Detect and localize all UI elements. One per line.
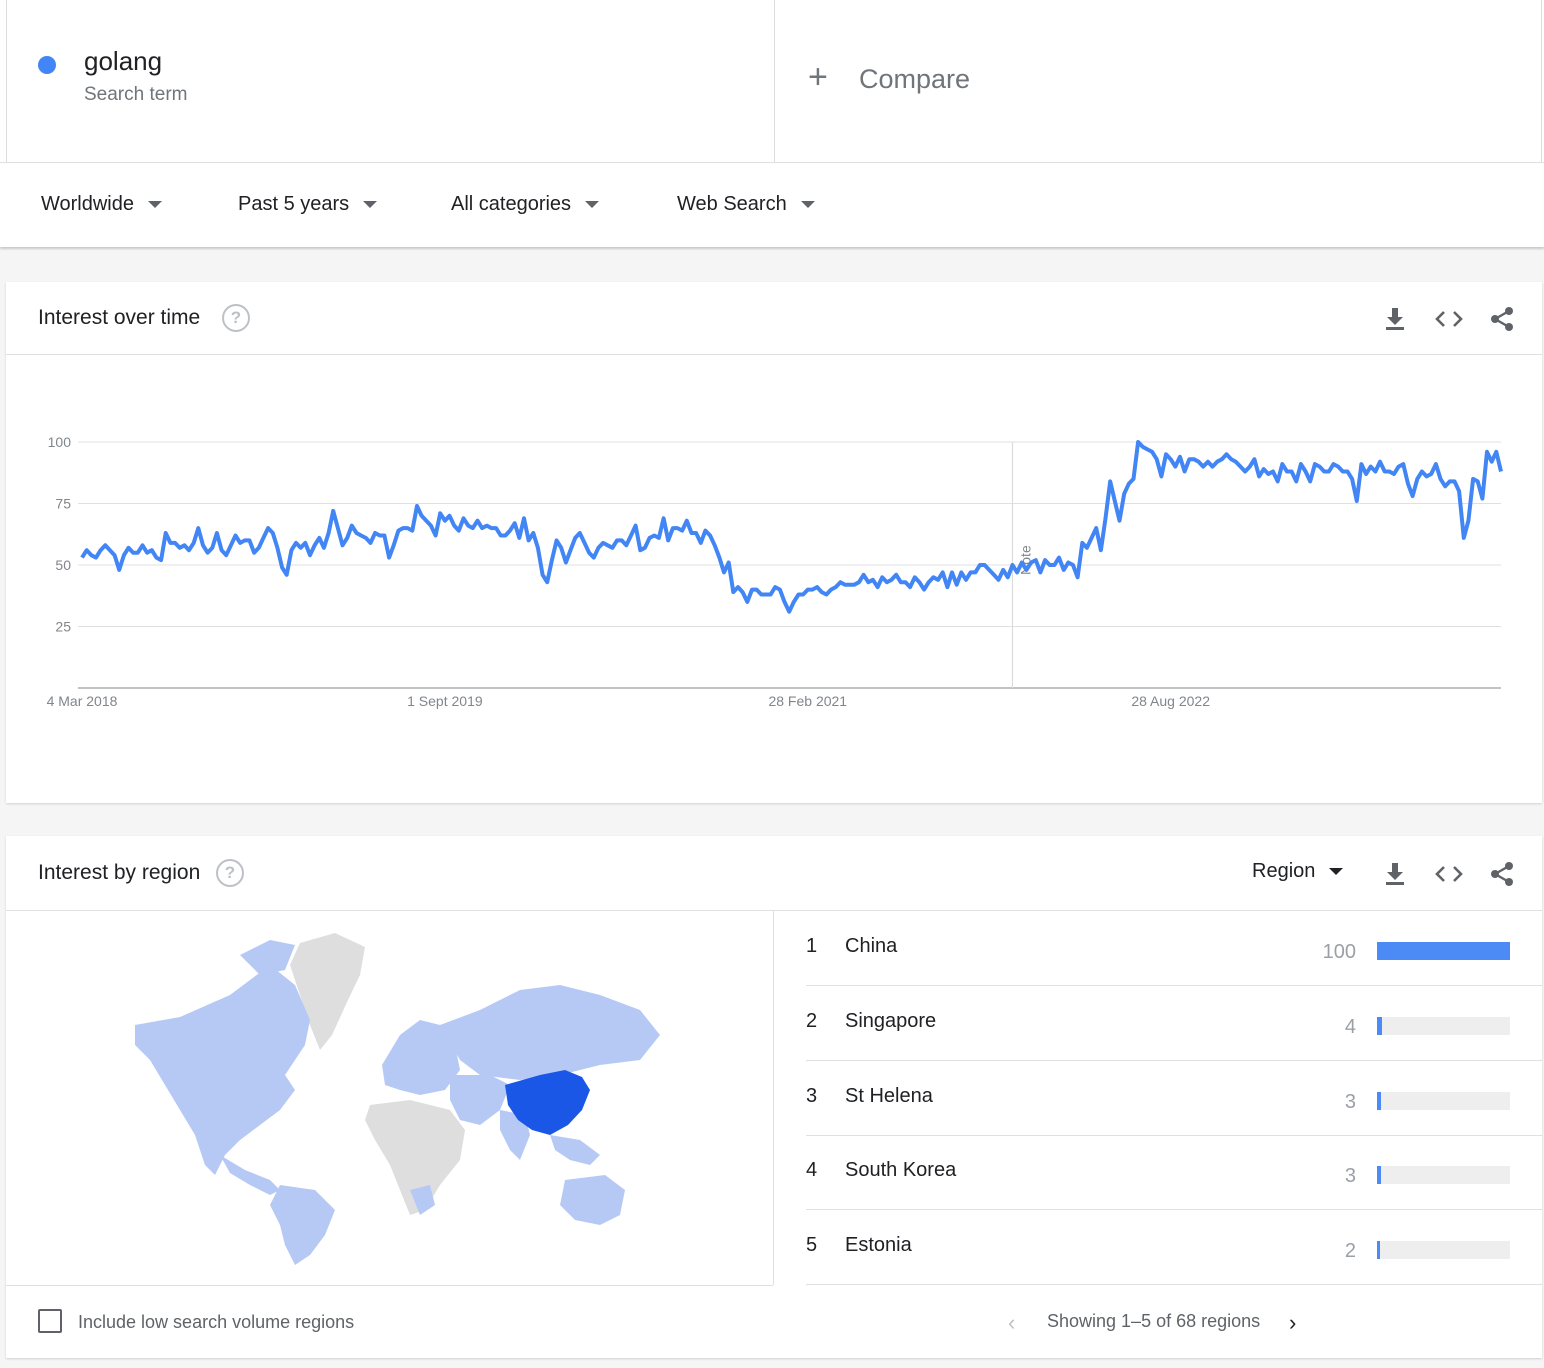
region-name[interactable]: China [845, 935, 897, 958]
series-line [80, 440, 1503, 614]
map-list-divider [773, 910, 774, 1285]
help-icon[interactable]: ? [222, 304, 250, 332]
low-volume-label: Include low search volume regions [78, 1312, 355, 1332]
region-bar-fill [1377, 1092, 1381, 1110]
region-row[interactable]: 1 China 100 [806, 911, 1542, 986]
region-name[interactable]: St Helena [845, 1085, 933, 1108]
filter-category-label: All categories [451, 193, 572, 215]
interest-over-time-title: Interest over time [38, 306, 201, 329]
region-selector[interactable]: Region [1252, 860, 1344, 883]
plus-icon[interactable]: + [808, 60, 828, 94]
region-bar-fill [1377, 1241, 1380, 1259]
share-icon[interactable] [1487, 304, 1517, 334]
region-value: 4 [1344, 1016, 1356, 1038]
term-name[interactable]: golang [84, 46, 162, 77]
region-bar [1377, 1017, 1510, 1035]
download-icon[interactable] [1380, 859, 1410, 889]
region-bar-fill [1377, 1017, 1383, 1035]
region-rank: 5 [806, 1234, 818, 1256]
filter-search-type[interactable]: Web Search [677, 193, 815, 216]
term-subtitle: Search term [84, 84, 188, 105]
chevron-left-icon[interactable]: ‹ [1008, 1310, 1015, 1336]
x-tick-label: 28 Aug 2022 [1131, 693, 1210, 709]
region-bar [1377, 1166, 1510, 1184]
region-name[interactable]: Estonia [845, 1234, 912, 1257]
interest-by-region-title: Interest by region [38, 861, 201, 884]
map-south-america [270, 1185, 335, 1265]
region-row[interactable]: 2 Singapore 4 [806, 986, 1542, 1061]
card-divider [6, 1285, 773, 1286]
region-row[interactable]: 3 St Helena 3 [806, 1061, 1542, 1136]
pagination-text: Showing 1–5 of 68 regions [1047, 1311, 1261, 1331]
region-value: 3 [1344, 1165, 1356, 1187]
map-russia [440, 985, 660, 1080]
region-bar [1377, 1241, 1510, 1259]
term-color-dot [38, 56, 56, 74]
dropdown-arrow-icon [585, 201, 600, 208]
map-southeast-asia [550, 1135, 600, 1165]
help-icon[interactable]: ? [216, 859, 244, 887]
region-rank: 2 [806, 1010, 818, 1032]
y-tick-label: 75 [55, 496, 71, 512]
y-tick-label: 25 [55, 619, 71, 635]
region-selector-label: Region [1252, 860, 1316, 882]
region-name[interactable]: South Korea [845, 1159, 956, 1182]
dropdown-arrow-icon [148, 201, 162, 208]
card-divider [6, 354, 1542, 355]
dropdown-arrow-icon [363, 201, 378, 208]
search-term-panel[interactable] [6, 0, 775, 162]
filter-location[interactable]: Worldwide [41, 193, 162, 216]
region-value: 2 [1344, 1240, 1356, 1262]
filter-time-range[interactable]: Past 5 years [238, 193, 378, 216]
map-north-america [135, 965, 310, 1175]
filter-location-label: Worldwide [41, 193, 134, 215]
region-row[interactable]: 4 South Korea 3 [806, 1135, 1542, 1210]
region-rank: 1 [806, 935, 818, 957]
world-map[interactable] [120, 925, 680, 1265]
share-icon[interactable] [1487, 859, 1517, 889]
embed-icon[interactable] [1434, 304, 1464, 334]
compare-button[interactable]: Compare [859, 64, 970, 95]
x-tick-label: 1 Sept 2019 [407, 693, 483, 709]
x-tick-label: 4 Mar 2018 [47, 693, 118, 709]
filter-time-label: Past 5 years [238, 193, 350, 215]
map-australia [560, 1175, 625, 1225]
region-name[interactable]: Singapore [845, 1010, 936, 1033]
dropdown-arrow-icon [1329, 868, 1344, 875]
x-tick-label: 28 Feb 2021 [768, 693, 847, 709]
region-rank: 3 [806, 1085, 818, 1107]
interest-over-time-chart[interactable]: 100755025Note4 Mar 2018 1 Sept 2019 28 Feb… [0, 380, 1544, 740]
filter-category[interactable]: All categories [451, 193, 600, 216]
dropdown-arrow-icon [800, 201, 815, 208]
region-bar-fill [1377, 1166, 1381, 1184]
region-bar-fill [1377, 942, 1510, 960]
region-bar [1377, 1092, 1510, 1110]
region-rank: 4 [806, 1159, 818, 1181]
y-tick-label: 100 [48, 434, 72, 450]
download-icon[interactable] [1380, 304, 1410, 334]
map-arctic-islands [240, 940, 295, 975]
map-central-america [220, 1155, 280, 1195]
region-value: 100 [1322, 941, 1356, 963]
y-tick-label: 50 [55, 557, 71, 573]
region-row[interactable]: 5 Estonia 2 [806, 1210, 1542, 1285]
region-value: 3 [1344, 1091, 1356, 1113]
region-bar [1377, 942, 1510, 960]
low-volume-checkbox[interactable] [38, 1309, 62, 1333]
embed-icon[interactable] [1434, 859, 1464, 889]
filter-search-type-label: Web Search [677, 193, 787, 215]
chevron-right-icon[interactable]: › [1289, 1310, 1296, 1336]
